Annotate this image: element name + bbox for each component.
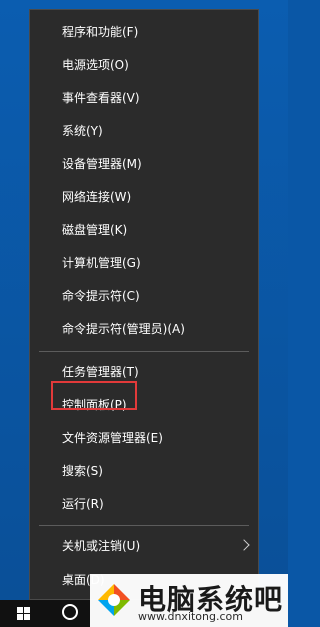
menu-item-power-options[interactable]: 电源选项(O) — [30, 51, 258, 79]
menu-item-disk-management[interactable]: 磁盘管理(K) — [30, 216, 258, 244]
menu-item-label: 命令提示符(管理员)(A) — [62, 322, 185, 336]
menu-item-computer-management[interactable]: 计算机管理(G) — [30, 249, 258, 277]
menu-item-label: 电源选项(O) — [62, 58, 129, 72]
menu-item-run[interactable]: 运行(R) — [30, 490, 258, 518]
menu-item-label: 磁盘管理(K) — [62, 223, 128, 237]
menu-item-label: 命令提示符(C) — [62, 289, 140, 303]
menu-item-system[interactable]: 系统(Y) — [30, 117, 258, 145]
watermark: 电脑系统吧 www.dnxitong.com — [90, 574, 288, 627]
menu-item-shutdown-signout[interactable]: 关机或注销(U) — [30, 532, 258, 560]
chevron-right-icon — [238, 539, 250, 551]
menu-separator — [39, 351, 249, 352]
menu-item-command-prompt[interactable]: 命令提示符(C) — [30, 282, 258, 310]
menu-item-event-viewer[interactable]: 事件查看器(V) — [30, 84, 258, 112]
menu-item-device-manager[interactable]: 设备管理器(M) — [30, 150, 258, 178]
menu-item-programs-features[interactable]: 程序和功能(F) — [30, 18, 258, 46]
menu-item-label: 程序和功能(F) — [62, 25, 139, 39]
menu-item-label: 关机或注销(U) — [62, 539, 141, 553]
windows-color-logo-icon — [98, 584, 130, 616]
menu-item-label: 运行(R) — [62, 497, 104, 511]
menu-item-file-explorer[interactable]: 文件资源管理器(E) — [30, 424, 258, 452]
menu-item-label: 事件查看器(V) — [62, 91, 140, 105]
menu-item-search[interactable]: 搜索(S) — [30, 457, 258, 485]
menu-item-command-prompt-admin[interactable]: 命令提示符(管理员)(A) — [30, 315, 258, 343]
start-button[interactable] — [0, 600, 40, 627]
highlight-box — [51, 381, 137, 410]
menu-item-network-connections[interactable]: 网络连接(W) — [30, 183, 258, 211]
watermark-url: www.dnxitong.com — [138, 610, 243, 623]
menu-item-label: 设备管理器(M) — [62, 157, 142, 171]
menu-item-label: 计算机管理(G) — [62, 256, 141, 270]
winx-context-menu: 程序和功能(F) 电源选项(O) 事件查看器(V) 系统(Y) 设备管理器(M)… — [29, 9, 259, 600]
menu-item-label: 系统(Y) — [62, 124, 103, 138]
menu-separator — [39, 525, 249, 526]
menu-item-label: 文件资源管理器(E) — [62, 431, 163, 445]
menu-item-label: 搜索(S) — [62, 464, 103, 478]
menu-item-label: 网络连接(W) — [62, 190, 132, 204]
cortana-icon[interactable] — [62, 604, 78, 620]
